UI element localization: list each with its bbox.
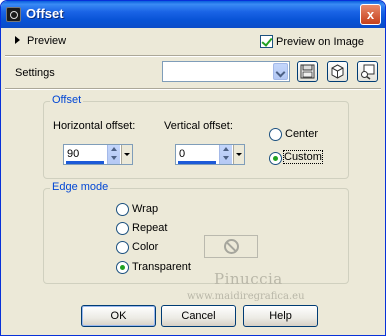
- settings-label: Settings: [15, 67, 55, 79]
- preview-toggle[interactable]: Preview: [15, 35, 66, 47]
- edge-mode-group: Edge mode: [43, 181, 349, 284]
- horizontal-offset-spinner[interactable]: 90: [63, 144, 133, 165]
- horizontal-offset-label: Horizontal offset:: [53, 120, 136, 132]
- transparent-radio-label[interactable]: Transparent: [132, 261, 191, 273]
- separator: [5, 55, 381, 57]
- horizontal-offset-value[interactable]: 90: [67, 148, 79, 160]
- no-color-icon: [224, 239, 239, 254]
- value-slider-bar[interactable]: [178, 161, 216, 164]
- settings-dropdown[interactable]: [162, 61, 290, 82]
- wrap-radio-label[interactable]: Wrap: [132, 203, 158, 215]
- offset-group: Offset: [43, 94, 349, 179]
- separator: [5, 88, 381, 90]
- repeat-radio[interactable]: [116, 222, 129, 235]
- preview-on-image-label: Preview on Image: [276, 36, 365, 48]
- reset-defaults-icon: [331, 64, 344, 79]
- edge-color-swatch[interactable]: [204, 235, 258, 258]
- window-title: Offset: [26, 6, 64, 21]
- vertical-offset-spinner[interactable]: 0: [175, 144, 245, 165]
- repeat-radio-label[interactable]: Repeat: [132, 222, 167, 234]
- edge-mode-legend: Edge mode: [50, 181, 111, 193]
- spin-up-down-icon[interactable]: [107, 145, 120, 164]
- center-radio-label[interactable]: Center: [285, 128, 318, 140]
- offset-legend: Offset: [50, 94, 84, 106]
- title-bar[interactable]: Offset x: [1, 1, 385, 28]
- value-slider-bar[interactable]: [66, 161, 104, 164]
- color-radio[interactable]: [116, 241, 129, 254]
- watermark-name: Pinuccia: [214, 270, 283, 288]
- save-preset-icon: [300, 64, 315, 79]
- expand-arrow-icon: [15, 36, 20, 44]
- randomize-button[interactable]: [357, 61, 378, 82]
- help-button[interactable]: Help: [243, 305, 318, 327]
- offset-dialog: Offset x Preview Preview on Image Settin…: [0, 0, 386, 336]
- preview-label: Preview: [27, 35, 67, 47]
- checkbox-icon[interactable]: [260, 35, 273, 48]
- spin-up-down-icon[interactable]: [219, 145, 232, 164]
- chevron-down-icon[interactable]: [121, 145, 132, 164]
- chevron-down-icon[interactable]: [233, 145, 244, 164]
- watermark-url: www.maidiregrafica.eu: [187, 291, 305, 302]
- randomize-icon: [361, 64, 375, 80]
- vertical-offset-value[interactable]: 0: [179, 148, 185, 160]
- reset-defaults-button[interactable]: [327, 61, 348, 82]
- save-preset-button[interactable]: [297, 61, 318, 82]
- wrap-radio[interactable]: [116, 203, 129, 216]
- cancel-button[interactable]: Cancel: [161, 305, 236, 327]
- preview-row: Preview Preview on Image: [1, 33, 385, 53]
- custom-radio-label[interactable]: Custom: [283, 150, 323, 164]
- chevron-down-icon[interactable]: [273, 63, 288, 80]
- color-radio-label[interactable]: Color: [132, 241, 158, 253]
- close-button[interactable]: x: [360, 4, 381, 25]
- ok-button[interactable]: OK: [81, 305, 156, 327]
- preview-on-image-checkbox[interactable]: Preview on Image: [260, 35, 364, 48]
- transparent-radio[interactable]: [116, 261, 129, 274]
- vertical-offset-label: Vertical offset:: [164, 120, 233, 132]
- center-radio[interactable]: [269, 128, 282, 141]
- app-icon: [6, 7, 21, 22]
- custom-radio[interactable]: [269, 152, 282, 165]
